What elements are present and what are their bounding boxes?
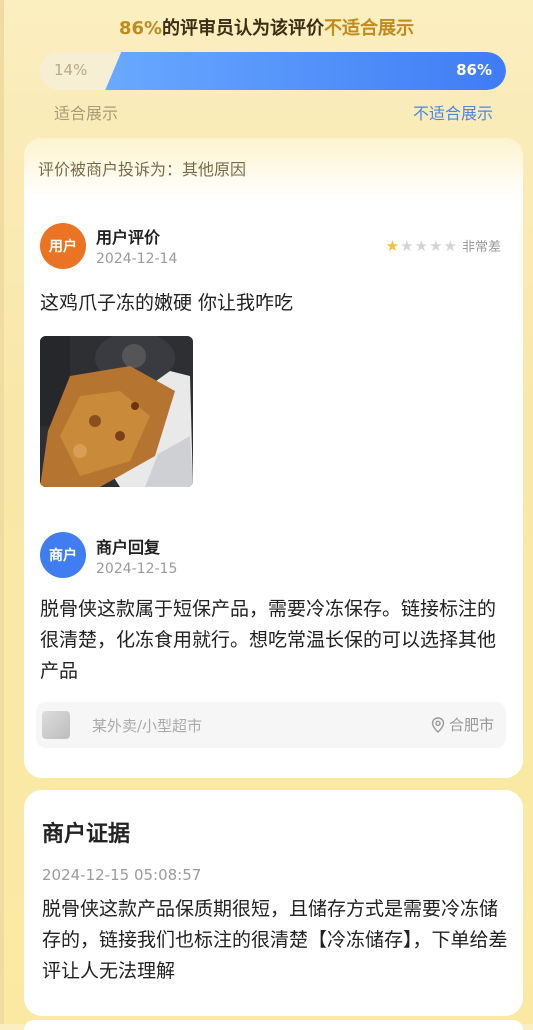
evidence-title: 商户证据: [42, 822, 131, 847]
rating-stars: ★ ★ ★ ★ ★ 非常差: [385, 236, 501, 256]
vote-bar-right-value: 86%: [456, 61, 492, 79]
vote-bar-fill: [105, 52, 506, 90]
complaint-reason: 评价被商户投诉为：其他原因: [24, 138, 523, 198]
rating-text: 非常差: [461, 240, 501, 255]
location-pin-icon: [431, 716, 445, 733]
verdict-title: 86%的评审员认为该评价不适合展示: [0, 14, 533, 40]
review-card: 评价被商户投诉为：其他原因 用户 用户评价 2024-12-14 ★ ★ ★ ★ ★ 非常…: [24, 138, 523, 778]
verdict-highlight: 不适合展示: [324, 18, 415, 39]
next-card-edge: [24, 1020, 523, 1030]
star-empty-icon: ★: [414, 236, 429, 255]
merchant-reply-text: 脱骨侠这款属于短保产品，需要冷冻保存。链接标注的很清楚，化冻食用就行。想吃常温长…: [40, 598, 497, 682]
merchant-reply-date: 2024-12-15: [96, 561, 178, 577]
star-empty-icon: ★: [429, 236, 443, 255]
shop-location-text: 合肥市: [448, 716, 494, 734]
page-edge: [0, 0, 4, 1024]
shop-location: 合肥市: [431, 714, 494, 735]
verdict-percent: 86%: [118, 18, 163, 39]
evidence-text: 脱骨侠这款产品保质期很短，且储存方式是需要冷冻储存的，链接我们也标注的很清楚【冷…: [42, 898, 508, 982]
user-review-date: 2024-12-14: [96, 251, 178, 267]
vote-bar-left-value: 14%: [54, 61, 88, 79]
evidence-card: 商户证据 2024-12-15 05:08:57 脱骨侠这款产品保质期很短，且储…: [24, 790, 523, 1016]
merchant-avatar: 商户: [40, 532, 86, 578]
verdict-title-text: 的评审员认为该评价: [162, 18, 325, 39]
review-photo-image: [40, 336, 193, 487]
review-photo[interactable]: [40, 336, 193, 487]
vote-bar: 14% 86%: [40, 52, 506, 90]
suitable-caption: 适合展示: [54, 104, 119, 123]
user-review-author: 用户评价: [96, 228, 161, 247]
user-avatar: 用户: [40, 223, 86, 269]
shop-name: 某外卖/小型超市: [92, 717, 203, 735]
user-review-text: 这鸡爪子冻的嫩硬 你让我咋吃: [40, 292, 294, 314]
evidence-date: 2024-12-15 05:08:57: [42, 866, 202, 884]
unsuitable-caption: 不适合展示: [412, 104, 493, 123]
star-filled-icon: ★: [385, 236, 400, 255]
shop-thumbnail: [42, 711, 70, 739]
merchant-reply-author: 商户回复: [96, 538, 161, 557]
shop-info[interactable]: 某外卖/小型超市 合肥市: [36, 702, 506, 748]
star-empty-icon: ★: [400, 236, 414, 255]
star-empty-icon: ★: [443, 236, 457, 255]
